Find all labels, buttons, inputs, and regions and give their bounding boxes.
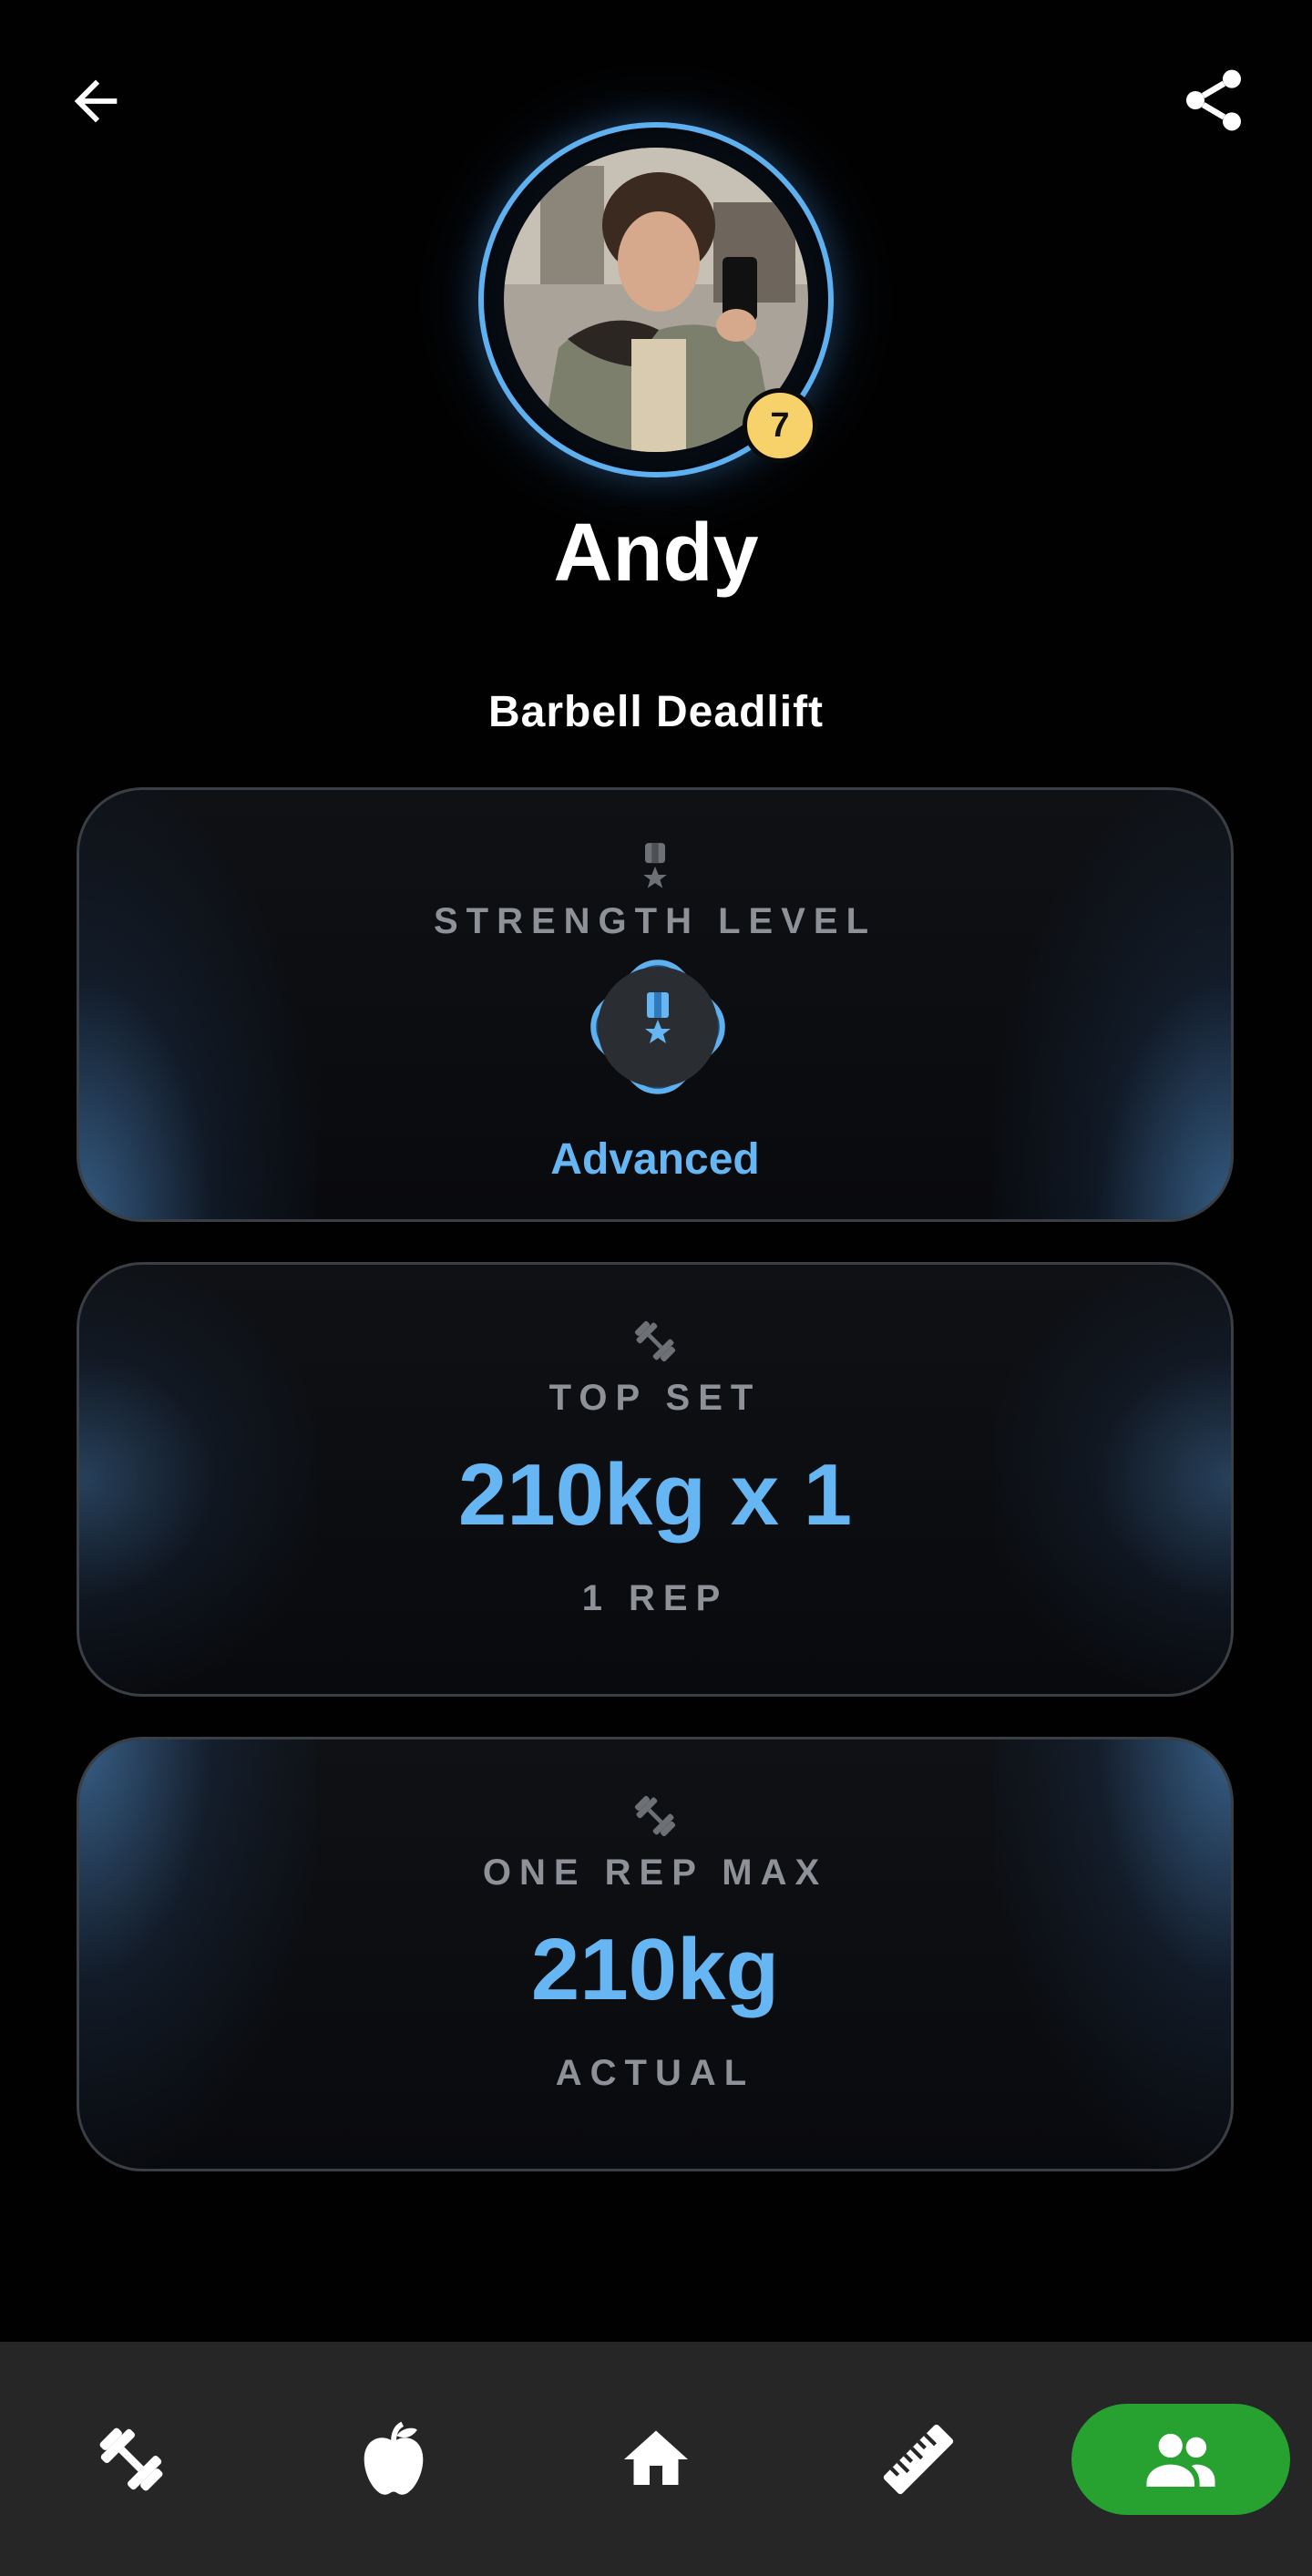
strength-level-value: Advanced	[550, 1135, 760, 1184]
nav-item-social[interactable]	[1071, 2404, 1290, 2515]
exercise-title: Barbell Deadlift	[487, 688, 825, 736]
back-button[interactable]	[55, 60, 137, 142]
dumbbell-icon	[79, 1316, 1231, 1367]
apple-icon	[364, 2421, 424, 2495]
one-rep-max-card[interactable]: ONE REP MAX 210kg ACTUAL	[77, 1737, 1234, 2171]
nav-item-home[interactable]	[583, 2342, 729, 2576]
strength-level-label: STRENGTH LEVEL	[433, 901, 877, 941]
level-badge: 7	[743, 388, 817, 463]
ruler-icon	[883, 2424, 954, 2494]
strength-emblem-icon	[590, 960, 725, 1094]
profile-name: Andy	[553, 508, 759, 599]
arrow-left-icon	[74, 79, 118, 123]
top-set-label: TOP SET	[548, 1378, 762, 1418]
dumbbell-icon	[79, 1791, 1231, 1842]
strength-level-card[interactable]: STRENGTH LEVEL Advanced	[77, 787, 1234, 1222]
top-set-value: 210kg x 1	[457, 1446, 853, 1544]
share-button[interactable]	[1170, 56, 1257, 144]
one-rep-max-label: ONE REP MAX	[482, 1852, 828, 1893]
nav-item-workouts[interactable]	[58, 2342, 204, 2576]
share-icon	[1186, 69, 1241, 131]
dumbbell-icon	[99, 2427, 163, 2490]
bottom-navigation	[0, 2342, 1312, 2576]
one-rep-max-value: 210kg	[530, 1921, 780, 2018]
home-icon	[624, 2430, 688, 2485]
top-set-sub: 1 REP	[581, 1578, 729, 1618]
top-set-card[interactable]: TOP SET 210kg x 1 1 REP	[77, 1262, 1234, 1697]
nav-item-measurements[interactable]	[846, 2342, 991, 2576]
one-rep-max-sub: ACTUAL	[555, 2053, 755, 2093]
profile-avatar-container: 7	[415, 58, 897, 541]
medal-icon	[79, 839, 1231, 890]
people-icon	[1146, 2433, 1215, 2487]
nav-item-nutrition[interactable]	[321, 2342, 466, 2576]
